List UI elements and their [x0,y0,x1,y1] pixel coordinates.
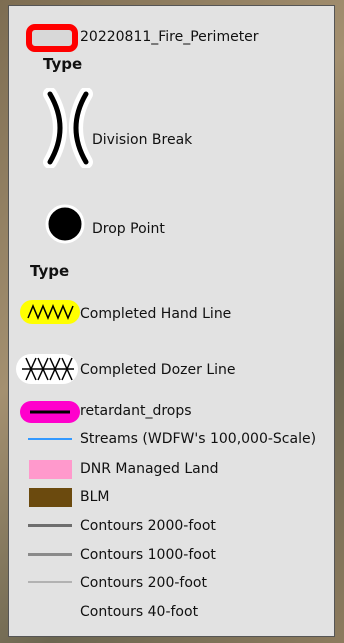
contours-200-line [28,581,72,583]
contours-200-label: Contours 200-foot [80,575,207,591]
contours-1000-line [28,553,72,556]
fire-perimeter-label: 20220811_Fire_Perimeter [80,29,259,45]
dozer-line-swatch [14,352,80,390]
type-header-2: Type [30,262,70,280]
dnr-swatch [29,460,72,479]
map-legend: 20220811_Fire_Perimeter Type Division Br… [8,5,335,637]
drop-point-label: Drop Point [92,221,165,237]
hand-line-swatch [18,298,82,330]
division-break-label: Division Break [92,132,193,148]
contours-2000-line [28,524,72,527]
type-header-1: Type [43,55,83,73]
retardant-drops-label: retardant_drops [80,403,192,419]
dozer-line-label: Completed Dozer Line [80,362,236,378]
contours-2000-label: Contours 2000-foot [80,518,216,534]
streams-line [28,438,72,440]
contours-40-label: Contours 40-foot [80,604,199,620]
blm-swatch [29,488,72,507]
streams-label: Streams (WDFW's 100,000-Scale) [80,431,317,447]
contours-1000-label: Contours 1000-foot [80,547,216,563]
hand-line-label: Completed Hand Line [80,306,232,322]
fire-perimeter-swatch [26,24,78,56]
drop-point-icon [45,204,85,248]
division-break-icon [36,87,98,172]
dnr-label: DNR Managed Land [80,461,219,477]
retardant-drops-swatch [18,399,82,429]
blm-label: BLM [80,489,110,505]
